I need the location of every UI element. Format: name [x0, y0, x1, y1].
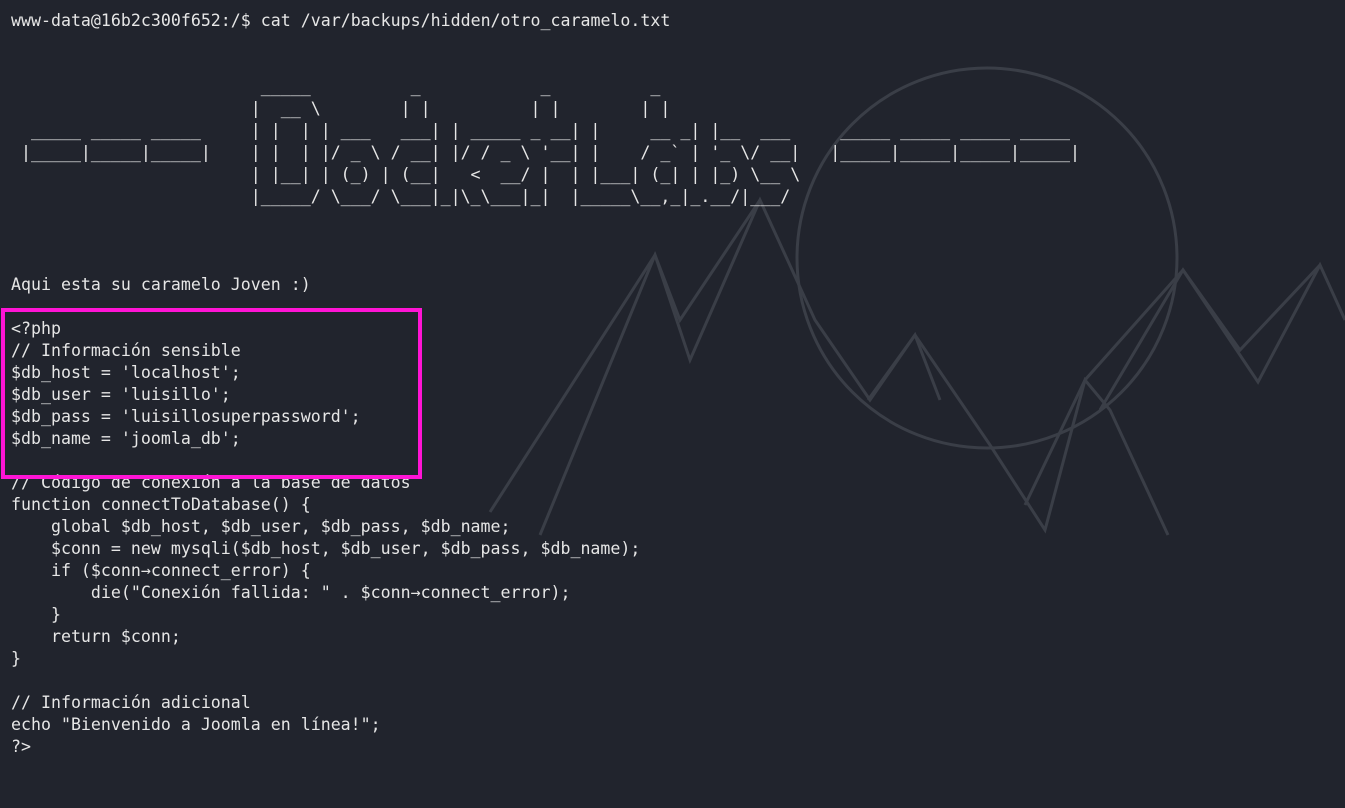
- greeting-text: Aqui esta su caramelo Joven :): [11, 275, 311, 294]
- code-line: <?php: [11, 319, 61, 338]
- code-line: ?>: [11, 737, 31, 756]
- code-line: die("Conexión fallida: " . $conn→connect…: [11, 583, 571, 602]
- code-line: echo "Bienvenido a Joomla en línea!";: [11, 715, 381, 734]
- code-line: if ($conn→connect_error) {: [11, 561, 311, 580]
- wallpaper-mountain-ridge: [1098, 263, 1322, 411]
- banner-line: |_____/ \___/ \___|_|\_\___|_| |_____\__…: [11, 187, 791, 206]
- banner-line: | __ \ | | | | | |: [11, 99, 671, 118]
- code-line: // Información sensible: [11, 341, 241, 360]
- code-line: $db_host = 'localhost';: [11, 363, 241, 382]
- ascii-banner: _____ _ _ _ | __ \ | | | | | | _____ ___…: [11, 76, 1080, 208]
- code-line: return $conn;: [11, 627, 181, 646]
- code-line: // Información adicional: [11, 693, 251, 712]
- wallpaper-mountain-right: [1023, 261, 1345, 506]
- code-line: $db_pass = 'luisillosuperpassword';: [11, 407, 361, 426]
- banner-line: |_____|_____|_____| | | | |/ _ \ / __| |…: [11, 143, 1080, 162]
- banner-line: | |__| | (_) | (__| < __/ | | |___| (_| …: [11, 165, 801, 184]
- shell-command: cat /var/backups/hidden/otro_caramelo.tx…: [260, 11, 671, 30]
- php-code-output: <?php // Información sensible $db_host = '…: [11, 318, 640, 758]
- code-line: $db_name = 'joomla_db';: [11, 429, 241, 448]
- code-line: $conn = new mysqli($db_host, $db_user, $…: [11, 539, 641, 558]
- code-line: function connectToDatabase() {: [11, 495, 311, 514]
- shell-prompt: www-data@16b2c300f652:/$: [11, 11, 251, 30]
- code-line: global $db_host, $db_user, $db_pass, $db…: [11, 517, 511, 536]
- code-line: // Código de conexión a la base de datos: [11, 473, 411, 492]
- code-line: }: [11, 649, 21, 668]
- prompt-line: www-data@16b2c300f652:/$ cat /var/backup…: [11, 10, 670, 32]
- banner-line: _____ _____ _____ | | | | ___ ___| | ___…: [11, 121, 1070, 140]
- banner-line: _____ _ _ _: [11, 77, 661, 96]
- wallpaper-mountain-mid: [866, 331, 942, 401]
- terminal-window[interactable]: www-data@16b2c300f652:/$ cat /var/backup…: [0, 0, 1345, 808]
- code-line: $db_user = 'luisillo';: [11, 385, 231, 404]
- code-line: }: [11, 605, 61, 624]
